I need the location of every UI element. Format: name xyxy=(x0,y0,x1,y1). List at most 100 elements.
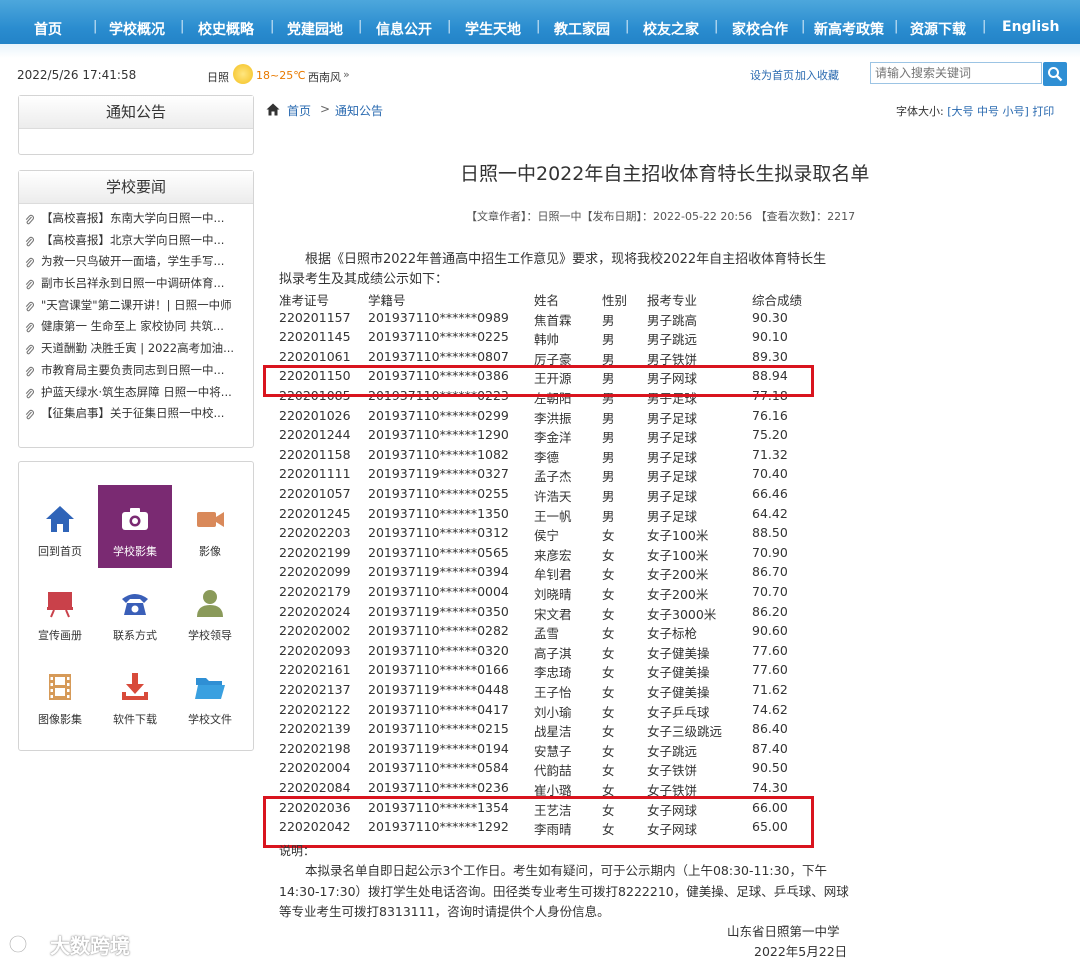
cell-score: 77.60 xyxy=(752,662,788,678)
nav-divider: | xyxy=(93,19,98,34)
quick-link-album[interactable]: 学校影集 xyxy=(98,485,172,568)
nav-school-overview[interactable]: 学校概况 xyxy=(109,19,165,39)
quick-link-contact[interactable]: 联系方式 xyxy=(98,569,172,652)
search-input[interactable] xyxy=(870,62,1042,84)
cell-gender: 男 xyxy=(602,410,615,426)
nav-students[interactable]: 学生天地 xyxy=(465,19,521,39)
cell-exam-id: 220202002 xyxy=(279,623,351,639)
breadcrumb-home[interactable]: 首页 xyxy=(287,102,311,119)
cell-student-id: 201937110******0004 xyxy=(368,584,509,599)
cell-major: 女子200米 xyxy=(647,587,709,602)
nav-school-history[interactable]: 校史概略 xyxy=(198,19,254,39)
cell-name: 李洪振 xyxy=(534,410,572,426)
news-item[interactable]: 健康第一 生命至上 家校协同 共筑... xyxy=(25,316,253,338)
font-size-controls: 字体大小: [大号 中号 小号] 打印 xyxy=(896,103,1054,119)
nav-english[interactable]: English xyxy=(1002,19,1059,35)
cell-major: 男子足球 xyxy=(647,430,698,446)
cell-student-id: 201937110******0807 xyxy=(368,348,509,364)
cell-score: 75.20 xyxy=(752,427,788,443)
cell-score: 70.90 xyxy=(752,544,788,560)
presentation-board-icon xyxy=(47,592,73,618)
breadcrumb-current[interactable]: 通知公告 xyxy=(335,102,383,119)
search-button[interactable] xyxy=(1043,62,1067,86)
cell-major: 女子100米 xyxy=(647,547,709,563)
nav-home-school[interactable]: 家校合作 xyxy=(732,19,788,39)
cell-student-id: 201937110******0255 xyxy=(368,486,509,501)
font-size-bracket: ] xyxy=(1024,105,1029,118)
news-item[interactable]: 【高校喜报】东南大学向日照一中... xyxy=(25,208,253,230)
cell-score: 86.20 xyxy=(752,603,788,619)
cell-student-id: 201937110******0320 xyxy=(368,642,509,658)
nav-divider: | xyxy=(447,19,452,34)
news-item-text: 【高校喜报】北京大学向日照一中... xyxy=(41,232,225,247)
news-item-text: 【高校喜报】东南大学向日照一中... xyxy=(41,211,225,225)
nav-downloads[interactable]: 资源下载 xyxy=(910,19,966,39)
nav-gaokao-policy[interactable]: 新高考政策 xyxy=(814,19,884,39)
add-favorite-link[interactable]: 加入收藏 xyxy=(795,67,839,83)
cell-major: 男子足球 xyxy=(647,410,698,426)
print-link[interactable]: 打印 xyxy=(1032,105,1054,118)
quick-link-leaders[interactable]: 学校领导 xyxy=(173,569,247,652)
news-item[interactable]: 【征集启事】关于征集日照一中校... xyxy=(25,403,253,425)
cell-student-id: 201937110******1350 xyxy=(368,505,509,521)
news-item[interactable]: 护蓝天绿水·筑生态屏障 日照一中将... xyxy=(25,382,253,404)
cell-major: 女子跳远 xyxy=(647,743,698,759)
cell-student-id: 201937110******0166 xyxy=(368,662,509,678)
font-size-medium[interactable]: 中号 xyxy=(977,105,999,118)
cell-gender: 女 xyxy=(602,665,615,681)
weather-city: 日照 xyxy=(207,71,229,84)
cell-exam-id: 220202199 xyxy=(279,544,351,560)
cell-name: 焦首霖 xyxy=(534,312,572,328)
paperclip-icon xyxy=(25,258,34,268)
font-size-small[interactable]: 小号 xyxy=(1003,105,1025,118)
nav-party-building[interactable]: 党建园地 xyxy=(287,19,343,39)
cell-student-id: 201937119******0194 xyxy=(368,740,509,756)
quick-link-documents[interactable]: 学校文件 xyxy=(173,653,247,736)
cell-exam-id: 220202198 xyxy=(279,740,351,756)
breadcrumb-separator: > xyxy=(320,102,331,116)
news-item[interactable]: 为救一只鸟破开一面墙，学生手写... xyxy=(25,251,253,273)
news-item-text: "天宫课堂"第二课开讲！| 日照一中师 xyxy=(41,297,232,312)
nav-divider: | xyxy=(894,19,899,34)
cell-gender: 女 xyxy=(602,704,615,720)
cell-major: 男子跳高 xyxy=(647,312,698,328)
cell-student-id: 201937110******0215 xyxy=(368,721,509,737)
news-item[interactable]: 副市长吕祥永到日照一中调研体育... xyxy=(25,273,253,295)
cell-exam-id: 220201158 xyxy=(279,446,351,462)
quick-link-video[interactable]: 影像 xyxy=(173,485,247,568)
highlight-box xyxy=(263,365,814,397)
news-item[interactable]: 【高校喜报】北京大学向日照一中... xyxy=(25,230,253,252)
nav-shadow xyxy=(0,44,1080,58)
nav-staff[interactable]: 教工家园 xyxy=(554,19,610,39)
cell-gender: 女 xyxy=(602,547,615,563)
cell-major: 女子200米 xyxy=(647,567,709,583)
quick-link-image-album[interactable]: 图像影集 xyxy=(23,653,97,736)
cell-exam-id: 220201111 xyxy=(279,466,351,482)
cell-exam-id: 220202179 xyxy=(279,584,351,599)
news-item[interactable]: 市教育局主要负责同志到日照一中... xyxy=(25,360,253,382)
cell-name: 战星洁 xyxy=(534,724,572,740)
quick-link-software[interactable]: 软件下载 xyxy=(98,653,172,736)
cell-student-id: 201937110******0236 xyxy=(368,780,509,795)
nav-home[interactable]: 首页 xyxy=(34,19,62,39)
news-item[interactable]: "天宫课堂"第二课开讲！| 日照一中师 xyxy=(25,295,253,317)
sun-icon xyxy=(233,64,253,84)
quick-link-brochure[interactable]: 宣传画册 xyxy=(23,569,97,652)
cell-name: 韩帅 xyxy=(534,332,560,348)
cell-score: 86.70 xyxy=(752,564,788,580)
font-size-large[interactable]: 大号 xyxy=(952,105,974,118)
folder-icon xyxy=(195,678,225,699)
set-homepage-link[interactable]: 设为首页 xyxy=(750,67,794,83)
weather-more-link[interactable]: » xyxy=(343,68,350,81)
cell-gender: 女 xyxy=(602,724,615,740)
news-item[interactable]: 天道酬勤 决胜壬寅 | 2022高考加油... xyxy=(25,338,253,360)
cell-score: 64.42 xyxy=(752,505,788,521)
cell-name: 李金洋 xyxy=(534,430,572,446)
cell-gender: 男 xyxy=(602,312,615,328)
quick-link-home[interactable]: 回到首页 xyxy=(23,485,97,568)
cell-exam-id: 220201145 xyxy=(279,329,351,345)
camera-icon xyxy=(122,508,148,530)
nav-info-disclosure[interactable]: 信息公开 xyxy=(376,19,432,39)
cell-student-id: 201937110******0299 xyxy=(368,407,509,423)
nav-alumni[interactable]: 校友之家 xyxy=(643,19,699,39)
